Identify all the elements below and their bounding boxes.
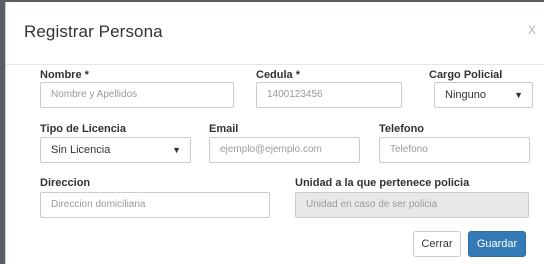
telefono-label: Telefono	[379, 123, 425, 135]
tipo-licencia-value: Sin Licencia	[51, 144, 111, 156]
nombre-label: Nombre *	[40, 69, 89, 81]
tipo-licencia-label: Tipo de Licencia	[40, 123, 126, 135]
registrar-persona-modal: Registrar Persona x Nombre * Nombre y Ap…	[5, 2, 544, 264]
close-icon[interactable]: x	[528, 21, 536, 39]
nombre-input[interactable]: Nombre y Apellidos	[40, 82, 234, 108]
cargo-policial-select[interactable]: Ninguno ▼	[434, 82, 533, 108]
modal-header: Registrar Persona x	[6, 2, 544, 65]
modal-title: Registrar Persona	[24, 22, 163, 41]
cedula-label: Cedula *	[256, 69, 301, 81]
direccion-label: Direccion	[40, 177, 91, 189]
chevron-down-icon: ▼	[172, 145, 181, 155]
telefono-input[interactable]: Telefono	[379, 137, 530, 163]
tipo-licencia-select[interactable]: Sin Licencia ▼	[40, 137, 191, 163]
cerrar-button[interactable]: Cerrar	[413, 231, 461, 257]
cargo-policial-value: Ninguno	[445, 89, 486, 101]
email-input[interactable]: ejemplo@ejemplo.com	[209, 137, 360, 163]
email-label: Email	[209, 123, 239, 135]
unidad-label: Unidad a la que pertenece policia	[295, 177, 470, 189]
chevron-down-icon: ▼	[514, 90, 523, 100]
direccion-input[interactable]: Direccion domiciliaria	[40, 192, 270, 218]
guardar-button[interactable]: Guardar	[468, 231, 526, 257]
cargo-policial-label: Cargo Policial	[429, 69, 503, 81]
cedula-input[interactable]: 1400123456	[256, 82, 402, 108]
unidad-input: Unidad en caso de ser policia	[295, 192, 529, 218]
